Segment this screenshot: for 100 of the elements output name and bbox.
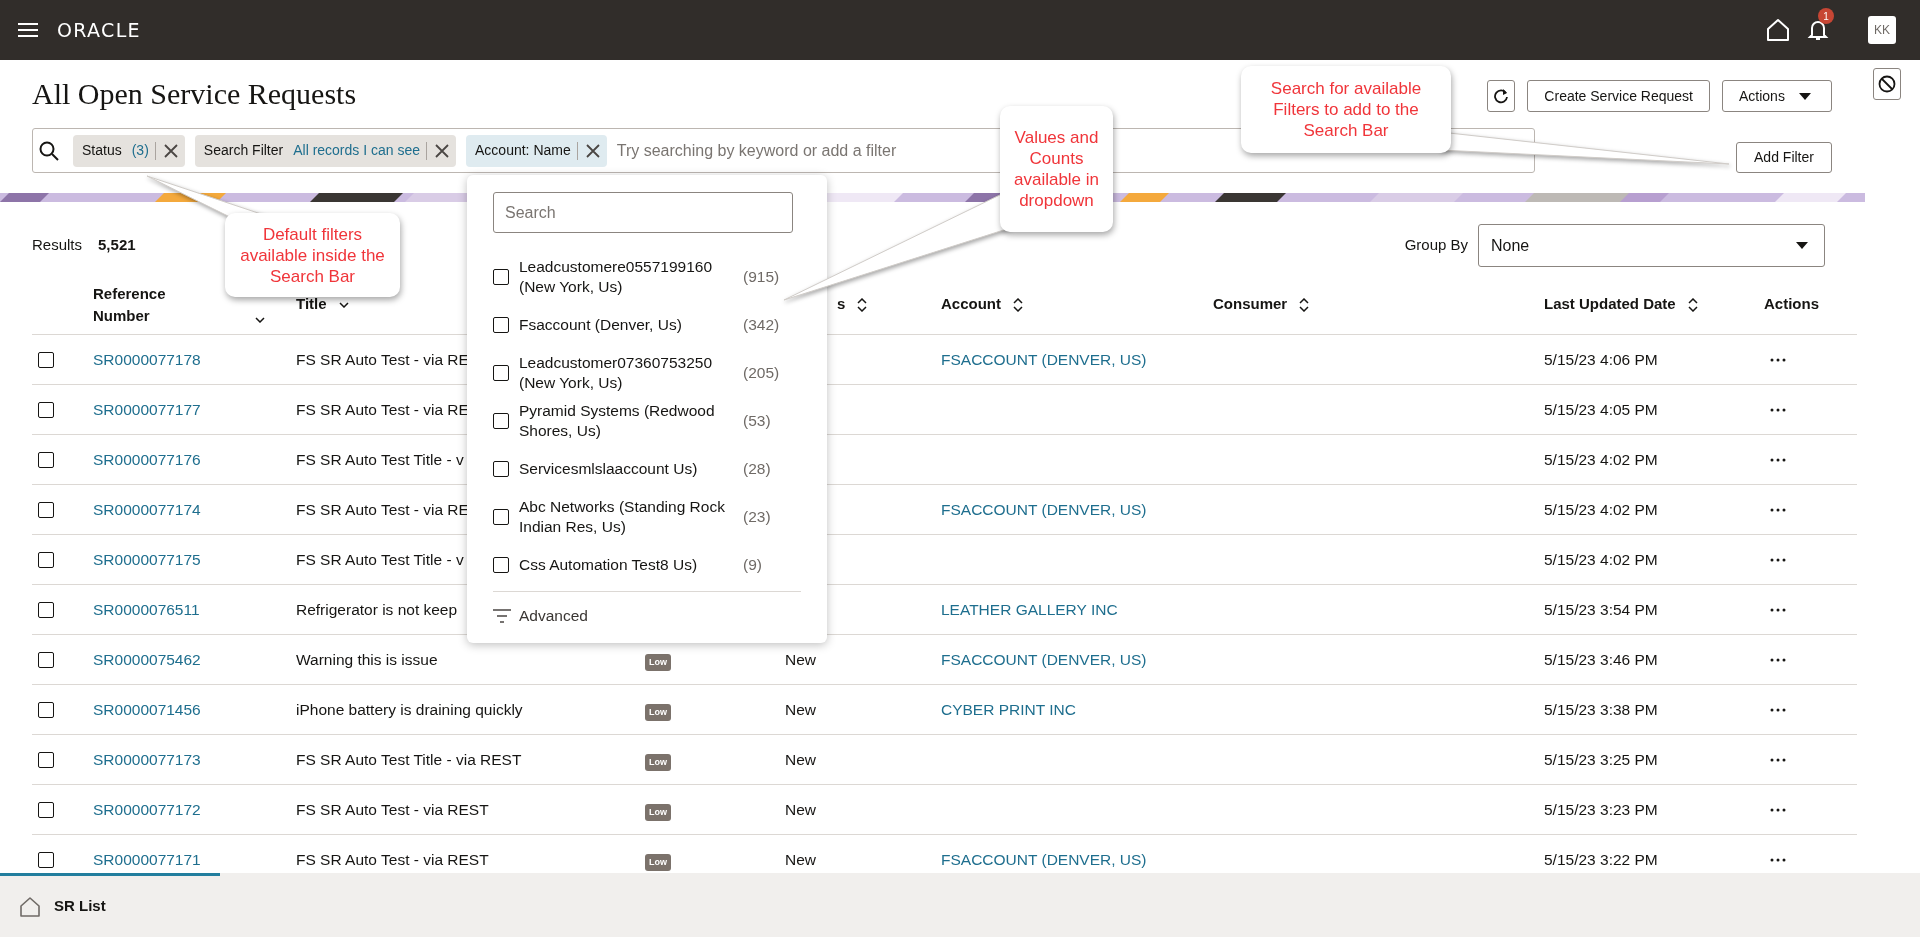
sort-icon[interactable]: [255, 316, 265, 323]
title-text: Refrigerator is not keep: [296, 600, 458, 618]
callout: Search for available Filters to add to the Search Bar: [1241, 66, 1451, 153]
more-icon[interactable]: [1770, 757, 1786, 762]
date-text: 5/15/23 3:22 PM: [1544, 850, 1658, 868]
checkbox[interactable]: [38, 351, 54, 368]
more-icon[interactable]: [1770, 857, 1786, 862]
page-title: All Open Service Requests: [32, 76, 357, 112]
reference-link[interactable]: SR0000076511: [93, 600, 200, 618]
callout: Values and Counts available in dropdown: [1000, 106, 1113, 232]
advanced-button[interactable]: Advanced: [493, 604, 801, 628]
checkbox[interactable]: [493, 461, 509, 477]
title-text: FS SR Auto Test Title - v: [296, 450, 464, 468]
close-icon[interactable]: [163, 143, 178, 158]
date-text: 5/15/23 4:02 PM: [1544, 550, 1658, 568]
menu-icon[interactable]: [18, 22, 38, 38]
close-icon[interactable]: [435, 143, 450, 158]
more-icon[interactable]: [1770, 407, 1786, 412]
chip-label: Account: Name: [475, 141, 571, 160]
checkbox[interactable]: [493, 413, 509, 429]
sort-icon[interactable]: [857, 297, 868, 312]
account-link[interactable]: CYBER PRINT INC: [941, 700, 1076, 718]
checkbox[interactable]: [38, 501, 54, 518]
sort-icon[interactable]: [1299, 297, 1310, 312]
account-link[interactable]: FSACCOUNT (DENVER, US): [941, 500, 1147, 518]
reference-link[interactable]: SR0000077172: [93, 800, 201, 818]
column-header: Last Updated Date: [1544, 294, 1676, 315]
reference-link[interactable]: SR0000075462: [93, 650, 201, 668]
refresh-button[interactable]: [1487, 80, 1516, 112]
search-field[interactable]: Search: [493, 192, 793, 233]
group-by-select[interactable]: None: [1478, 224, 1825, 267]
reference-link[interactable]: SR0000077177: [93, 400, 201, 418]
reference-link[interactable]: SR0000077173: [93, 750, 201, 768]
more-icon[interactable]: [1770, 457, 1786, 462]
column-header: Account: [941, 294, 1001, 315]
tab[interactable]: SR List: [0, 873, 220, 937]
checkbox[interactable]: [38, 651, 54, 668]
checkbox[interactable]: [493, 269, 509, 285]
more-icon[interactable]: [1770, 607, 1786, 612]
option-label[interactable]: Pyramid Systems (Redwood Shores, Us): [519, 401, 733, 441]
more-icon[interactable]: [1770, 357, 1786, 362]
sort-icon[interactable]: [1013, 297, 1023, 312]
account-link[interactable]: FSACCOUNT (DENVER, US): [941, 850, 1147, 868]
column-header: Reference Number: [93, 283, 167, 326]
home-icon[interactable]: [1766, 18, 1790, 42]
reference-link[interactable]: SR0000077171: [93, 850, 201, 868]
filter-icon: [493, 608, 511, 623]
account-link[interactable]: LEATHER GALLERY INC: [941, 600, 1118, 618]
option-label[interactable]: Css Automation Test8 Us): [519, 555, 733, 575]
checkbox[interactable]: [493, 509, 509, 525]
account-link[interactable]: FSACCOUNT (DENVER, US): [941, 650, 1147, 668]
more-icon[interactable]: [1770, 657, 1786, 662]
checkbox[interactable]: [38, 701, 54, 718]
checkbox[interactable]: [38, 751, 54, 768]
checkbox[interactable]: [493, 365, 509, 381]
more-icon[interactable]: [1770, 807, 1786, 812]
option-label[interactable]: Leadcustomer07360753250 (New York, Us): [519, 353, 733, 393]
more-icon[interactable]: [1770, 507, 1786, 512]
option-label[interactable]: Servicesmlslaaccount Us): [519, 459, 733, 479]
filter-chip[interactable]: Account: Name: [466, 134, 607, 167]
reference-link[interactable]: SR0000077178: [93, 350, 201, 368]
date-text: 5/15/23 3:46 PM: [1544, 650, 1658, 668]
bell-icon[interactable]: [1806, 18, 1830, 42]
chip-value: All records I can see: [293, 141, 421, 160]
checkbox[interactable]: [38, 401, 54, 418]
filter-chip[interactable]: Status (3): [73, 134, 185, 167]
search-icon[interactable]: [39, 140, 59, 161]
group-by-label: Group By: [1404, 235, 1468, 256]
checkbox[interactable]: [38, 851, 54, 868]
reference-link[interactable]: SR0000077176: [93, 450, 201, 468]
block-icon: [1878, 75, 1896, 93]
checkbox[interactable]: [493, 317, 509, 333]
avatar[interactable]: KK: [1868, 16, 1896, 44]
title-text: iPhone battery is draining quickly: [296, 700, 523, 718]
close-icon[interactable]: [585, 143, 600, 158]
reference-link[interactable]: SR0000077175: [93, 550, 201, 568]
sort-icon[interactable]: [338, 301, 349, 308]
reference-link[interactable]: SR0000077174: [93, 500, 201, 518]
option-label[interactable]: Fsaccount (Denver, Us): [519, 315, 733, 335]
more-icon[interactable]: [1770, 557, 1786, 562]
option-label[interactable]: Abc Networks (Standing Rock Indian Res, Us): [519, 497, 733, 537]
sort-icon[interactable]: [1687, 297, 1698, 312]
create-button[interactable]: Create Service Request: [1527, 80, 1710, 112]
filter-chip[interactable]: Search Filter All records I can see: [194, 134, 457, 167]
option-label[interactable]: Leadcustomere0557199160 (New York, Us): [519, 257, 733, 297]
date-text: 5/15/23 4:02 PM: [1544, 500, 1658, 518]
checkbox[interactable]: [493, 557, 509, 573]
results-count: 5,521: [98, 235, 136, 256]
add-filter-button[interactable]: Add Filter: [1736, 142, 1832, 173]
account-link[interactable]: FSACCOUNT (DENVER, US): [941, 350, 1147, 368]
actions-menu-button[interactable]: Actions: [1722, 80, 1832, 112]
checkbox[interactable]: [38, 451, 54, 468]
reference-link[interactable]: SR0000071456: [93, 700, 201, 718]
block-button[interactable]: [1873, 68, 1901, 100]
date-text: 5/15/23 3:23 PM: [1544, 800, 1658, 818]
checkbox[interactable]: [38, 551, 54, 568]
title-text: Warning this is issue: [296, 650, 438, 668]
checkbox[interactable]: [38, 801, 54, 818]
checkbox[interactable]: [38, 601, 54, 618]
more-icon[interactable]: [1770, 707, 1786, 712]
